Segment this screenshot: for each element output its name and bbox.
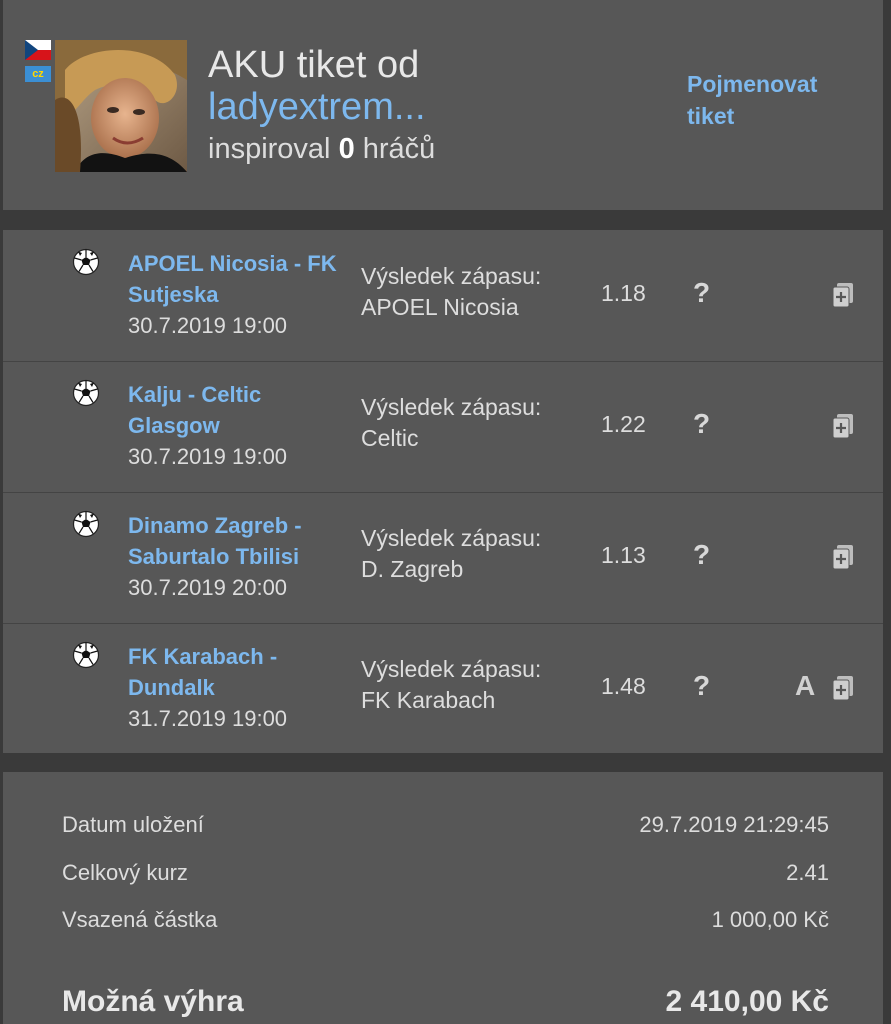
bet-odds: 1.22 — [601, 411, 646, 437]
inspired-suffix: hráčů — [362, 133, 436, 165]
market-selection: D. Zagreb — [361, 556, 464, 582]
czech-flag-icon — [25, 40, 51, 60]
match-info: Kalju - Celtic Glasgow 30.7.2019 19:00 — [128, 379, 348, 472]
add-to-ticket-icon[interactable] — [831, 282, 855, 308]
match-teams-link[interactable]: FK Karabach - Dundalk — [128, 641, 348, 703]
ticket-summary: Datum uložení 29.7.2019 21:29:45 Celkový… — [3, 772, 883, 1024]
saved-date-label: Datum uložení — [62, 812, 204, 837]
a-badge: A — [795, 670, 816, 701]
match-datetime: 30.7.2019 19:00 — [128, 444, 288, 469]
bet-market: Výsledek zápasu: APOEL Nicosia — [361, 261, 541, 323]
inspired-count: inspiroval 0 hráčů — [208, 131, 435, 167]
soccer-ball-icon — [72, 379, 100, 407]
bet-odds: 1.18 — [601, 280, 646, 306]
possible-win-value: 2 410,00 Kč — [665, 985, 829, 1018]
market-selection: APOEL Nicosia — [361, 294, 519, 320]
market-label: Výsledek zápasu: — [361, 656, 542, 682]
total-odds-value: 2.41 — [786, 860, 829, 885]
add-to-ticket-icon[interactable] — [831, 413, 855, 439]
match-datetime: 30.7.2019 20:00 — [128, 575, 288, 600]
market-label: Výsledek zápasu: — [361, 394, 542, 420]
question-icon: ? — [693, 408, 711, 439]
match-teams-link[interactable]: Dinamo Zagreb - Saburtalo Tbilisi — [128, 510, 348, 572]
soccer-ball-icon — [72, 248, 100, 276]
question-icon: ? — [693, 539, 711, 570]
rename-ticket-link[interactable]: Pojmenovat tiket — [687, 68, 857, 132]
match-datetime: 31.7.2019 19:00 — [128, 706, 288, 731]
total-odds-label: Celkový kurz — [62, 860, 188, 885]
question-icon: ? — [693, 277, 711, 308]
soccer-ball-icon — [72, 641, 100, 669]
ticket-title: AKU tiket od ladyextrem... — [208, 44, 426, 128]
stake-label: Vsazená částka — [62, 907, 218, 932]
match-teams-link[interactable]: APOEL Nicosia - FK Sutjeska — [128, 248, 348, 310]
match-info: FK Karabach - Dundalk 31.7.2019 19:00 — [128, 641, 348, 734]
bet-row: FK Karabach - Dundalk 31.7.2019 19:00 Vý… — [3, 623, 883, 754]
inspired-prefix: inspiroval — [208, 133, 331, 165]
saved-date-value: 29.7.2019 21:29:45 — [639, 812, 829, 837]
avatar[interactable] — [55, 40, 187, 172]
bet-odds: 1.48 — [601, 673, 646, 699]
add-to-ticket-icon[interactable] — [831, 544, 855, 570]
soccer-ball-icon — [72, 510, 100, 538]
possible-win-label: Možná výhra — [62, 985, 244, 1018]
bet-row: APOEL Nicosia - FK Sutjeska 30.7.2019 19… — [3, 230, 883, 362]
bet-row: Kalju - Celtic Glasgow 30.7.2019 19:00 V… — [3, 361, 883, 493]
bet-row: Dinamo Zagreb - Saburtalo Tbilisi 30.7.2… — [3, 492, 883, 624]
bet-odds: 1.13 — [601, 542, 646, 568]
bet-market: Výsledek zápasu: Celtic — [361, 392, 541, 454]
match-teams-link[interactable]: Kalju - Celtic Glasgow — [128, 379, 348, 441]
match-info: APOEL Nicosia - FK Sutjeska 30.7.2019 19… — [128, 248, 348, 341]
market-selection: Celtic — [361, 425, 419, 451]
market-selection: FK Karabach — [361, 687, 496, 713]
stake-value: 1 000,00 Kč — [711, 907, 829, 932]
bet-market: Výsledek zápasu: D. Zagreb — [361, 523, 541, 585]
inspired-number: 0 — [338, 133, 355, 165]
market-label: Výsledek zápasu: — [361, 525, 542, 551]
title-prefix: AKU tiket od — [208, 44, 420, 86]
market-label: Výsledek zápasu: — [361, 263, 542, 289]
country-badge: cz — [25, 66, 51, 82]
match-info: Dinamo Zagreb - Saburtalo Tbilisi 30.7.2… — [128, 510, 348, 603]
ticket-header: cz AKU tiket od ladyextrem... inspiroval… — [3, 0, 883, 210]
match-datetime: 30.7.2019 19:00 — [128, 313, 288, 338]
bet-market: Výsledek zápasu: FK Karabach — [361, 654, 541, 716]
bet-list: APOEL Nicosia - FK Sutjeska 30.7.2019 19… — [3, 230, 883, 753]
question-icon: ? — [693, 670, 711, 701]
author-link[interactable]: ladyextrem... — [208, 86, 426, 128]
add-to-ticket-icon[interactable] — [831, 675, 855, 701]
